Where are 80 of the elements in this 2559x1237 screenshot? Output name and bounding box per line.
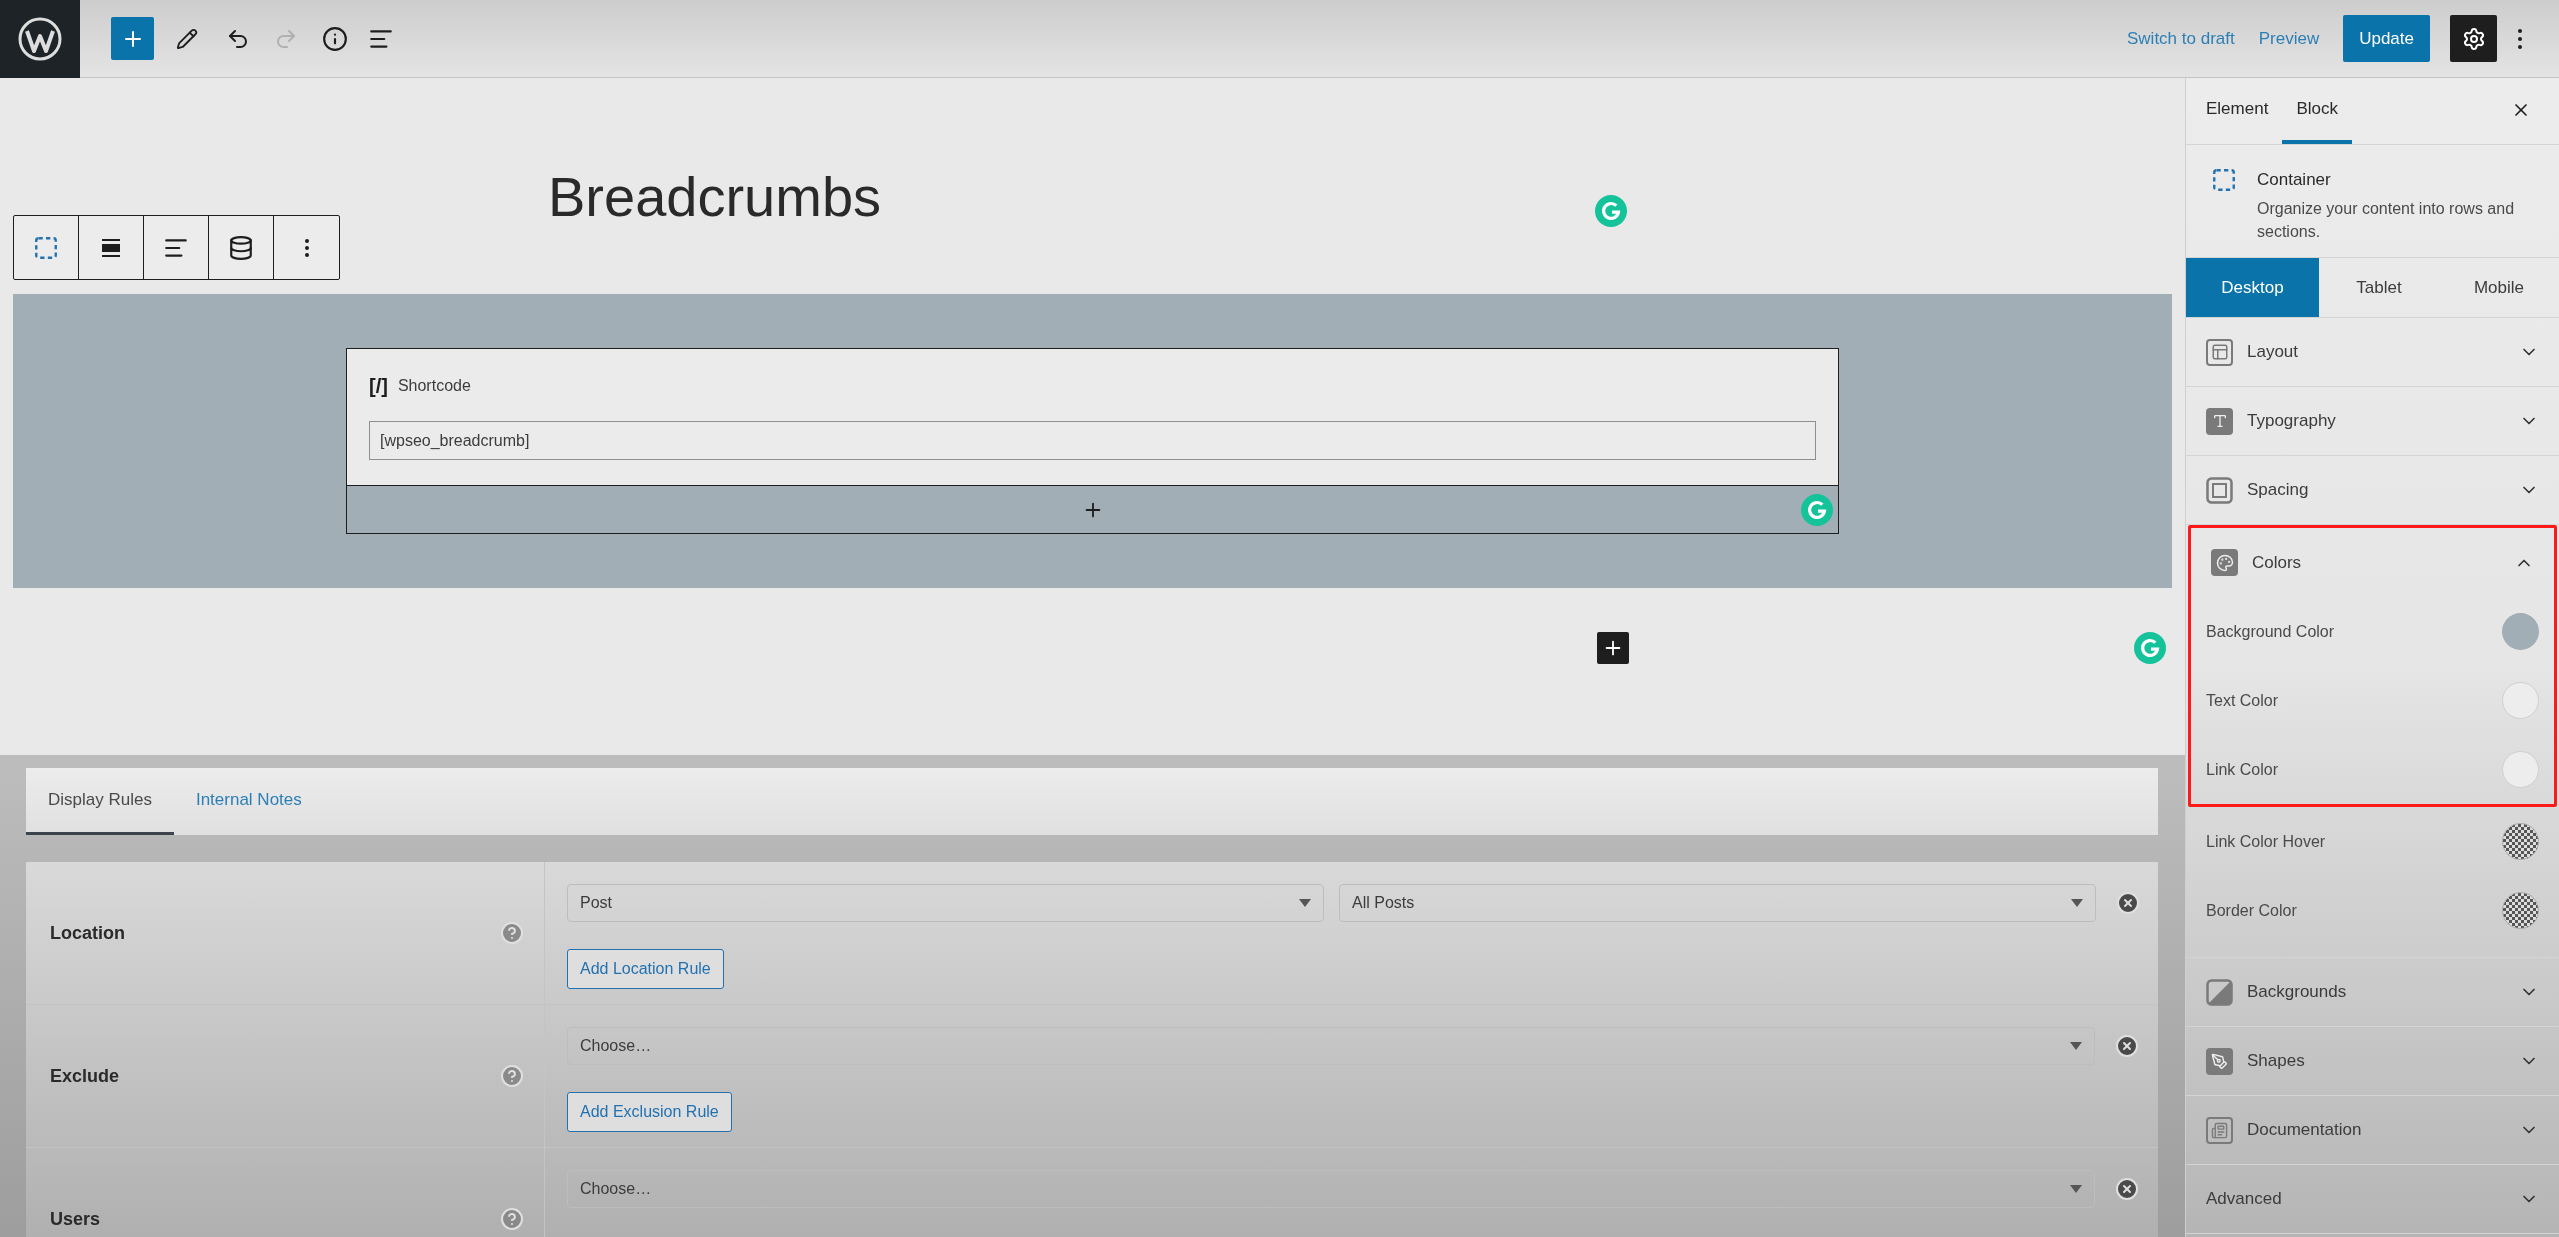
remove-icon[interactable] — [2115, 1177, 2139, 1201]
remove-icon[interactable] — [2115, 1034, 2139, 1058]
panel-header[interactable]: Shapes — [2186, 1027, 2559, 1096]
add-rule-button[interactable]: Add Location Rule — [567, 949, 724, 989]
shortcode-icon: [/] — [369, 371, 388, 401]
rule-label: Exclude — [50, 1064, 120, 1088]
color-label: Border Color — [2206, 900, 2297, 921]
color-swatch[interactable] — [2502, 682, 2539, 719]
logo-icon[interactable] — [17, 15, 63, 62]
settings-button[interactable] — [2450, 15, 2497, 62]
metabox-tab[interactable]: Internal Notes — [173, 768, 324, 835]
caret-icon — [2070, 1042, 2082, 1050]
pen-tool-icon — [2206, 1047, 2233, 1075]
typography-icon — [2206, 407, 2233, 435]
help-icon[interactable] — [500, 1207, 524, 1231]
add-rule-button[interactable]: Add Exclusion Rule — [567, 1092, 732, 1132]
panel-header[interactable]: Layout — [2186, 318, 2559, 387]
block-label: Shortcode — [397, 376, 471, 396]
color-swatch[interactable] — [2502, 751, 2539, 788]
container-icon — [33, 234, 59, 261]
sidebar-tab[interactable]: Block — [2282, 77, 2352, 144]
select-field[interactable]: Post — [567, 884, 1324, 922]
panel-header[interactable]: Backgrounds — [2186, 958, 2559, 1027]
shortcode-field[interactable]: [wpseo_breadcrumb] — [369, 421, 1816, 460]
block-description: Organize your content into rows and sections. — [2257, 198, 2516, 242]
device-tab[interactable]: Mobile — [2439, 258, 2559, 317]
color-label: Link Color Hover — [2206, 831, 2326, 852]
panel-header[interactable]: Documentation — [2186, 1096, 2559, 1165]
panel-header[interactable]: Typography — [2186, 387, 2559, 456]
device-tab[interactable]: Desktop — [2186, 258, 2319, 317]
color-swatch[interactable] — [2502, 823, 2539, 860]
caret-icon — [2070, 1185, 2082, 1193]
database-icon — [228, 234, 254, 261]
metabox-tab[interactable]: Display Rules — [26, 768, 174, 835]
container-block[interactable]: [/] Shortcode [wpseo_breadcrumb] — [13, 294, 2172, 588]
palette-icon — [2211, 549, 2238, 576]
backgrounds-icon — [2206, 978, 2233, 1006]
remove-icon[interactable] — [2116, 891, 2140, 915]
panel-title: Layout — [2247, 341, 2299, 364]
color-swatch[interactable] — [2502, 613, 2539, 650]
panel-title: Colors — [2252, 551, 2302, 574]
rule-label: Users — [50, 1207, 101, 1231]
select-field[interactable]: All Posts — [1339, 884, 2096, 922]
help-icon[interactable] — [500, 921, 524, 945]
help-icon[interactable] — [500, 1064, 524, 1088]
panel-title: Shapes — [2247, 1050, 2305, 1073]
device-tab[interactable]: Tablet — [2319, 258, 2439, 317]
shortcode-block[interactable]: [/] Shortcode [wpseo_breadcrumb] — [346, 348, 1839, 486]
color-label: Background Color — [2206, 621, 2335, 642]
panel-header[interactable]: Spacing — [2186, 456, 2559, 525]
add-block-button[interactable] — [1597, 632, 1629, 664]
rule-label: Location — [50, 921, 125, 945]
select-field[interactable]: Choose… — [567, 1170, 2095, 1208]
post-title[interactable]: Breadcrumbs — [548, 164, 2185, 230]
panel-header[interactable]: Advanced — [2186, 1165, 2559, 1234]
document-icon — [2206, 1116, 2233, 1144]
spacing-icon — [2206, 476, 2233, 504]
layout-icon — [2206, 338, 2233, 366]
panel-header[interactable]: Colors — [2191, 528, 2554, 597]
panel-title: Advanced — [2206, 1188, 2282, 1211]
color-label: Link Color — [2206, 759, 2279, 780]
more-icon — [304, 238, 309, 257]
block-name: Container — [2257, 169, 2332, 191]
panel-title: Documentation — [2247, 1119, 2362, 1142]
caret-icon — [1299, 899, 1311, 907]
panel-title: Typography — [2247, 410, 2336, 433]
block-appender[interactable] — [346, 486, 1839, 534]
panel-title: Spacing — [2247, 479, 2309, 502]
info-icon[interactable] — [322, 25, 348, 52]
pencil-icon[interactable] — [176, 27, 198, 50]
caret-icon — [2071, 899, 2083, 907]
color-label: Text Color — [2206, 690, 2279, 711]
panel-title: Backgrounds — [2247, 981, 2347, 1004]
select-field[interactable]: Choose… — [567, 1027, 2095, 1065]
settings-icon — [2461, 26, 2486, 51]
color-swatch[interactable] — [2502, 892, 2539, 929]
container-icon — [2211, 167, 2237, 193]
sidebar-tab[interactable]: Element — [2192, 77, 2283, 144]
more-options-icon[interactable] — [2518, 28, 2522, 49]
update-button[interactable]: Update — [2343, 15, 2430, 62]
